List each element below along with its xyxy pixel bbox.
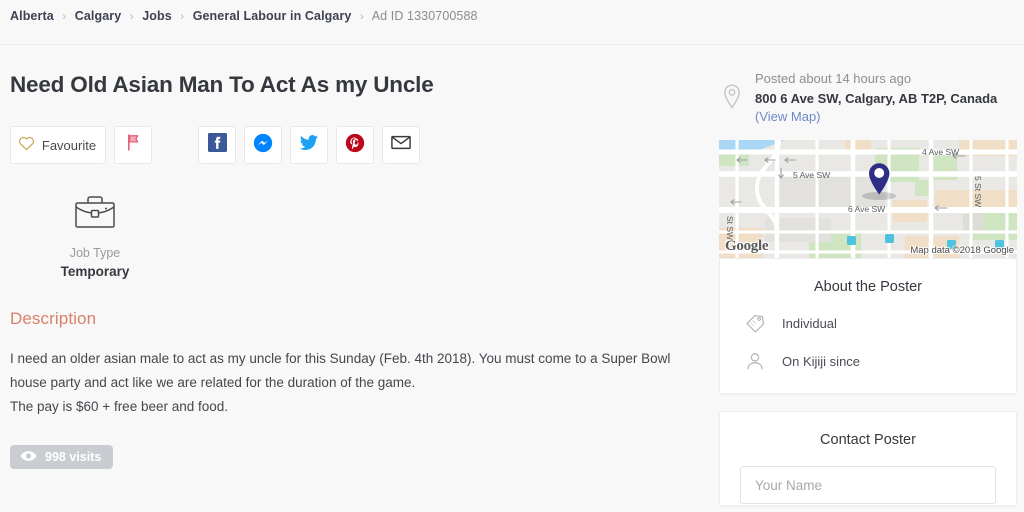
share-email-button[interactable] [382,126,420,164]
view-map-link[interactable]: (View Map) [755,109,821,124]
breadcrumb-separator-icon: › [180,11,185,23]
ad-detail-page: Alberta › Calgary › Jobs › General Labou… [0,0,1024,512]
about-poster-title: About the Poster [813,279,922,295]
poster-type-label: Individual [782,315,837,331]
breadcrumb-ad-id: Ad ID 1330700588 [371,9,478,23]
map-attribution: Map data ©2018 Google [910,245,1014,256]
description-body: I need an older asian male to act as my … [10,347,700,419]
share-facebook-button[interactable] [198,126,236,164]
person-icon [742,351,768,371]
address-line: 800 6 Ave SW, Calgary, AB T2P, Canada [755,91,998,106]
action-bar: Favourite [10,126,700,164]
heart-icon [18,135,35,156]
contact-poster-card: Contact Poster Your Name [719,411,1017,506]
description-heading: Description [10,309,97,328]
report-ad-button[interactable] [114,126,152,164]
visits-badge: 998 visits [10,445,114,469]
main-content: Need Old Asian Man To Act As my Uncle Fa… [10,70,700,469]
attribute-job-type: Job Type Temporary [10,190,180,279]
contact-name-placeholder: Your Name [755,477,823,493]
facebook-icon [207,133,227,157]
breadcrumb-item-jobs[interactable]: Jobs [142,9,172,23]
attribute-value: Temporary [60,264,130,279]
visits-label: 998 visits [45,450,102,464]
contact-name-field[interactable]: Your Name [740,466,996,504]
header-divider [0,44,1024,45]
twitter-icon [299,134,319,157]
breadcrumb: Alberta › Calgary › Jobs › General Labou… [10,8,478,25]
breadcrumb-separator-icon: › [360,11,364,23]
breadcrumb-item-alberta[interactable]: Alberta [10,9,54,23]
email-icon [391,135,411,155]
breadcrumb-separator-icon: › [129,11,134,23]
contact-poster-title: Contact Poster [820,432,916,448]
poster-since-label: On Kijiji since [782,353,861,369]
map-label-4-ave-sw: 4 Ave SW [922,147,959,157]
messenger-icon [253,133,273,158]
tag-icon [742,313,768,333]
pinterest-icon [345,133,365,158]
map-label-5-ave-sw: 5 Ave SW [793,170,830,180]
briefcase-icon [10,190,180,234]
share-buttons [198,126,420,164]
posted-time: Posted about 14 hours ago [755,71,912,86]
map-pin-icon [721,70,743,126]
share-twitter-button[interactable] [290,126,328,164]
map-label-5-st-sw: 5 St SW [973,176,983,207]
share-messenger-button[interactable] [244,126,282,164]
page-title: Need Old Asian Man To Act As my Uncle [10,72,434,97]
share-pinterest-button[interactable] [336,126,374,164]
description-paragraph-1: I need an older asian male to act as my … [10,351,671,390]
attribute-label: Job Type [69,246,121,260]
favourite-button-label: Favourite [41,137,97,153]
about-poster-card: About the Poster Individual On Kijiji si… [719,258,1017,394]
poster-type-row: Individual [740,313,996,333]
poster-since-row: On Kijiji since [740,351,996,371]
location-block: Posted about 14 hours ago 800 6 Ave SW, … [719,70,1017,126]
google-watermark: Google [725,238,769,254]
map-label-6-ave-sw: 6 Ave SW [848,204,885,214]
description-paragraph-2: The pay is $60 + free beer and food. [10,399,229,414]
location-text: Posted about 14 hours ago 800 6 Ave SW, … [755,70,997,126]
sidebar: Posted about 14 hours ago 800 6 Ave SW, … [719,70,1017,506]
favourite-button[interactable]: Favourite [10,126,106,164]
map-label-st-sw: St SW [725,216,735,240]
breadcrumb-separator-icon: › [62,11,67,23]
flag-icon [126,134,141,156]
eye-icon [20,450,37,465]
map-preview[interactable]: 4 Ave SW 5 Ave SW 6 Ave SW 5 St SW St SW… [719,140,1017,258]
breadcrumb-item-calgary[interactable]: Calgary [75,9,122,23]
breadcrumb-item-general-labour[interactable]: General Labour in Calgary [193,9,352,23]
